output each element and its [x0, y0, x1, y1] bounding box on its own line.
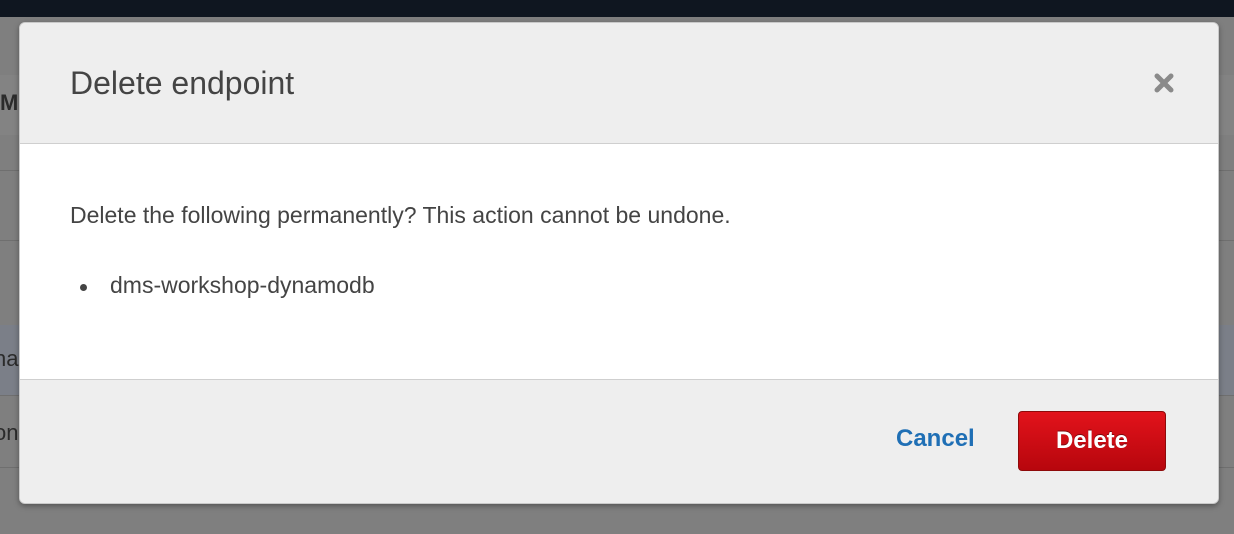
background-partial-text: M [0, 90, 19, 115]
bullet-icon [80, 284, 87, 291]
delete-button[interactable]: Delete [1018, 411, 1166, 471]
endpoint-name: dms-workshop-dynamodb [110, 272, 375, 298]
confirmation-message: Delete the following permanently? This a… [70, 202, 731, 228]
top-navigation-bar [0, 0, 1234, 17]
background-partial-text: na [0, 346, 19, 371]
dialog-title: Delete endpoint [70, 65, 295, 101]
list-item: dms-workshop-dynamodb [70, 272, 375, 299]
dialog-body: Delete the following permanently? This a… [20, 144, 1218, 380]
background-partial-text: on [0, 420, 19, 445]
dialog-header: Delete endpoint [20, 23, 1218, 144]
delete-endpoint-dialog: Delete endpoint Delete the following per… [19, 22, 1219, 504]
close-icon[interactable] [1150, 69, 1178, 97]
cancel-button[interactable]: Cancel [896, 425, 975, 453]
items-to-delete-list: dms-workshop-dynamodb [70, 272, 375, 299]
